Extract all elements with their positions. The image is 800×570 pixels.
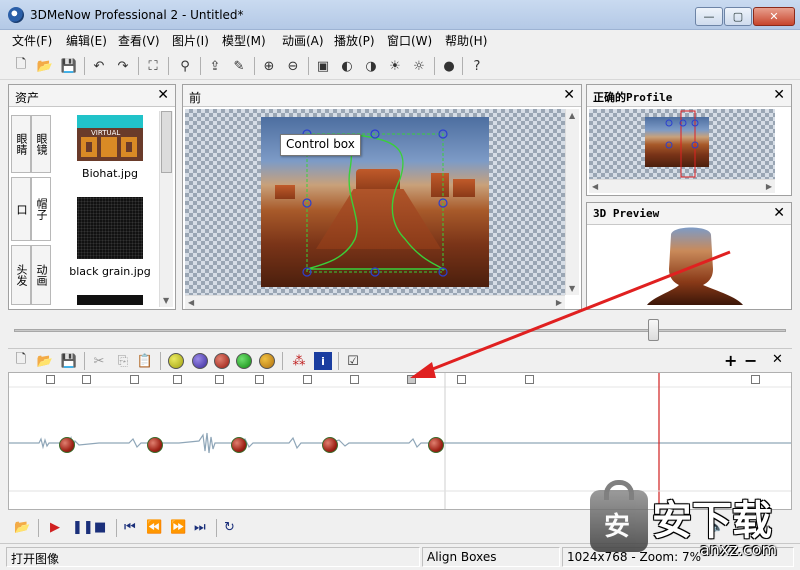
stop-icon[interactable]: ■: [94, 520, 106, 535]
watermark-badge-text: 安: [604, 506, 630, 543]
status-mode: Align Boxes: [422, 547, 560, 567]
play-icon[interactable]: ▶: [50, 520, 60, 535]
watermark-badge: 安: [590, 490, 648, 552]
status-message: 打开图像: [6, 547, 420, 567]
go-to-end-icon[interactable]: ⏭: [194, 520, 206, 535]
toolbar-separator: [116, 519, 117, 537]
watermark: 安 安下载 anxz.com: [590, 482, 795, 566]
go-to-start-icon[interactable]: ⏮: [124, 520, 136, 535]
loop-icon[interactable]: ↻: [224, 520, 235, 535]
toolbar-separator: [38, 519, 39, 537]
open-folder-icon[interactable]: 📂: [14, 520, 30, 535]
fast-forward-icon[interactable]: ⏩: [170, 520, 186, 535]
pause-icon[interactable]: ❚❚: [72, 520, 94, 535]
watermark-url: anxz.com: [700, 540, 777, 559]
watermark-text: 安下载: [652, 488, 772, 546]
toolbar-separator: [216, 519, 217, 537]
rewind-icon[interactable]: ⏪: [146, 520, 162, 535]
